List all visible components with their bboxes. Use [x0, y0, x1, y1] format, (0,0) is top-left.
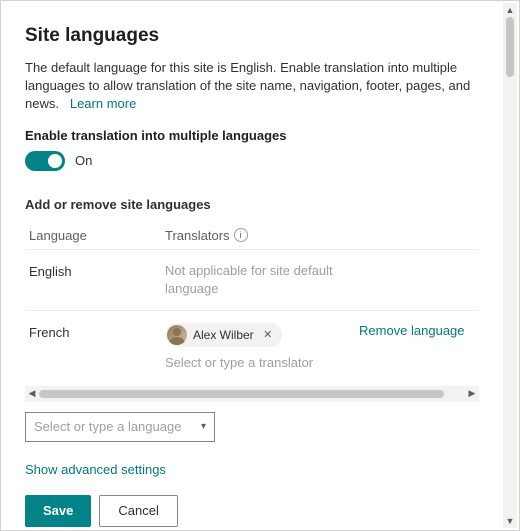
- scrollbar-thumb[interactable]: [506, 17, 514, 77]
- remove-language-link[interactable]: Remove language: [359, 323, 465, 338]
- avatar: [167, 325, 187, 345]
- toggle-state: On: [75, 153, 92, 168]
- column-language: Language: [25, 228, 165, 243]
- scroll-down-icon[interactable]: ▼: [505, 516, 515, 526]
- page-description: The default language for this site is En…: [25, 59, 479, 114]
- vertical-scrollbar[interactable]: ▲ ▼: [503, 3, 517, 528]
- language-name: English: [25, 262, 165, 279]
- scroll-left-icon[interactable]: ◀: [25, 387, 39, 401]
- language-picker[interactable]: Select or type a language ▾: [25, 412, 215, 442]
- language-name: French: [25, 323, 165, 340]
- info-icon[interactable]: i: [234, 228, 248, 242]
- languages-table: Language Translators i English Not appli…: [25, 222, 479, 382]
- settings-panel: Site languages The default language for …: [1, 1, 503, 530]
- scrollbar-thumb[interactable]: [39, 390, 444, 398]
- translator-pill: Alex Wilber ✕: [165, 323, 282, 347]
- save-button[interactable]: Save: [25, 495, 91, 527]
- advanced-settings-link[interactable]: Show advanced settings: [25, 462, 479, 477]
- translator-name: Alex Wilber: [193, 328, 254, 342]
- table-header: Language Translators i: [25, 222, 479, 250]
- scroll-right-icon[interactable]: ▶: [465, 387, 479, 401]
- column-translators: Translators i: [165, 228, 359, 243]
- translation-toggle[interactable]: [25, 151, 65, 171]
- remove-translator-icon[interactable]: ✕: [260, 327, 276, 343]
- default-language-note: Not applicable for site default language: [165, 262, 359, 298]
- learn-more-link[interactable]: Learn more: [70, 96, 136, 111]
- table-row: French Alex Wilber ✕ Select or type a tr…: [25, 311, 479, 382]
- table-row: English Not applicable for site default …: [25, 250, 479, 311]
- button-row: Save Cancel: [25, 495, 479, 527]
- toggle-label: Enable translation into multiple languag…: [25, 128, 479, 143]
- cancel-button[interactable]: Cancel: [99, 495, 177, 527]
- section-title: Add or remove site languages: [25, 197, 479, 212]
- page-title: Site languages: [25, 25, 479, 47]
- scroll-up-icon[interactable]: ▲: [505, 5, 515, 15]
- horizontal-scrollbar[interactable]: ◀ ▶: [25, 386, 479, 402]
- toggle-knob: [48, 154, 62, 168]
- translator-input-placeholder[interactable]: Select or type a translator: [165, 355, 313, 370]
- chevron-down-icon: ▾: [201, 421, 206, 432]
